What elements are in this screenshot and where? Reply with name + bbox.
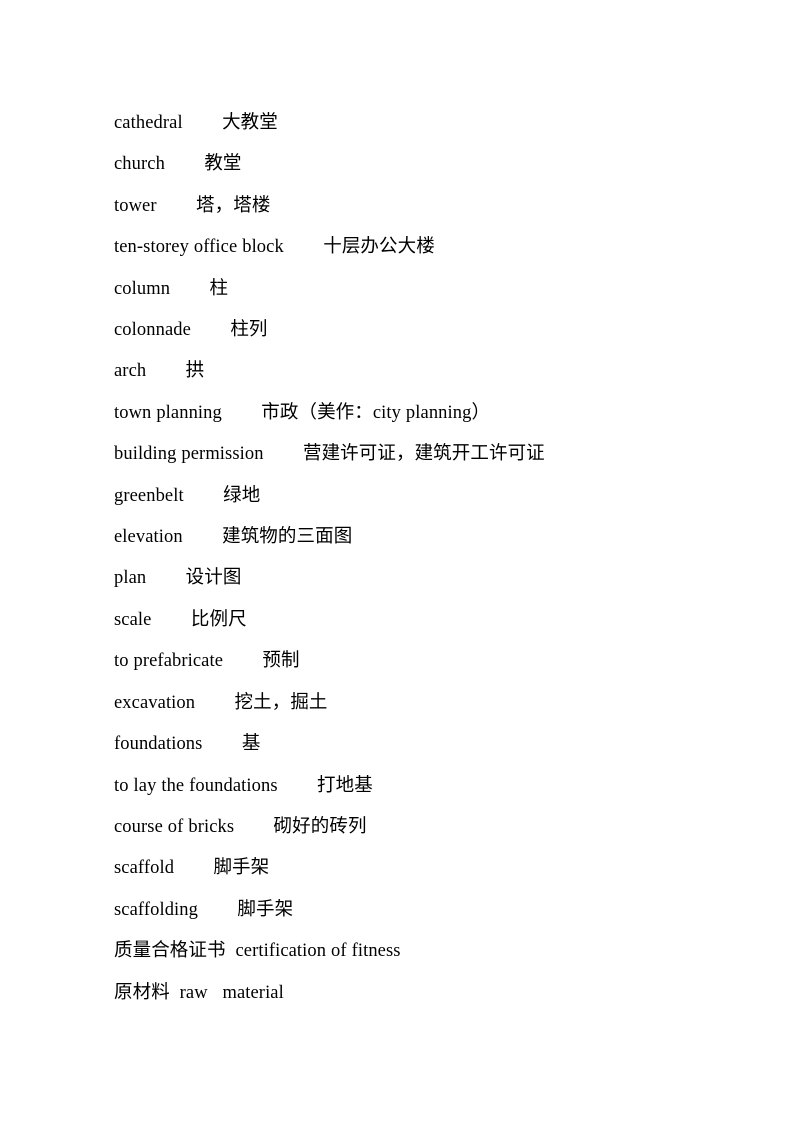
glossary-line-column: column 柱 [114,278,229,299]
glossary-line-course-of-bricks: course of bricks 砌好的砖列 [114,816,367,837]
glossary-line-excavation: excavation 挖土，掘土 [114,692,328,713]
glossary-line-certification-of-fitness: 质量合格证书 certification of fitness [114,941,401,962]
glossary-line-town-planning: town planning 市政（美作：city planning） [114,402,491,423]
glossary-line-cathedral: cathedral 大教堂 [114,113,278,133]
glossary-line-ten-storey-office-block: ten-storey office block 十层办公大楼 [114,237,435,258]
glossary-line-foundations: foundations 基 [114,734,261,755]
glossary-line-raw-material: 原材料 raw material [114,982,284,1003]
glossary-line-to-prefabricate: to prefabricate 预制 [114,651,300,672]
glossary-line-colonnade: colonnade 柱列 [114,320,268,341]
glossary-line-greenbelt: greenbelt 绿地 [114,485,261,506]
glossary-line-plan: plan 设计图 [114,568,242,589]
glossary-line-scale: scale 比例尺 [114,609,247,630]
glossary-line-tower: tower 塔，塔楼 [114,195,271,216]
glossary-line-church: church 教堂 [114,154,242,175]
glossary-line-to-lay-the-foundations: to lay the foundations 打地基 [114,775,373,796]
glossary-line-scaffold: scaffold 脚手架 [114,858,270,879]
glossary-line-scaffolding: scaffolding 脚手架 [114,899,294,920]
glossary-line-elevation: elevation 建筑物的三面图 [114,527,353,548]
glossary-line-arch: arch 拱 [114,361,205,382]
glossary-list: cathedral 大教堂 church 教堂 tower 塔，塔楼 ten-s… [114,103,734,1014]
glossary-line-building-permission: building permission 营建许可证，建筑开工许可证 [114,444,545,465]
document-page: cathedral 大教堂 church 教堂 tower 塔，塔楼 ten-s… [0,0,794,1123]
